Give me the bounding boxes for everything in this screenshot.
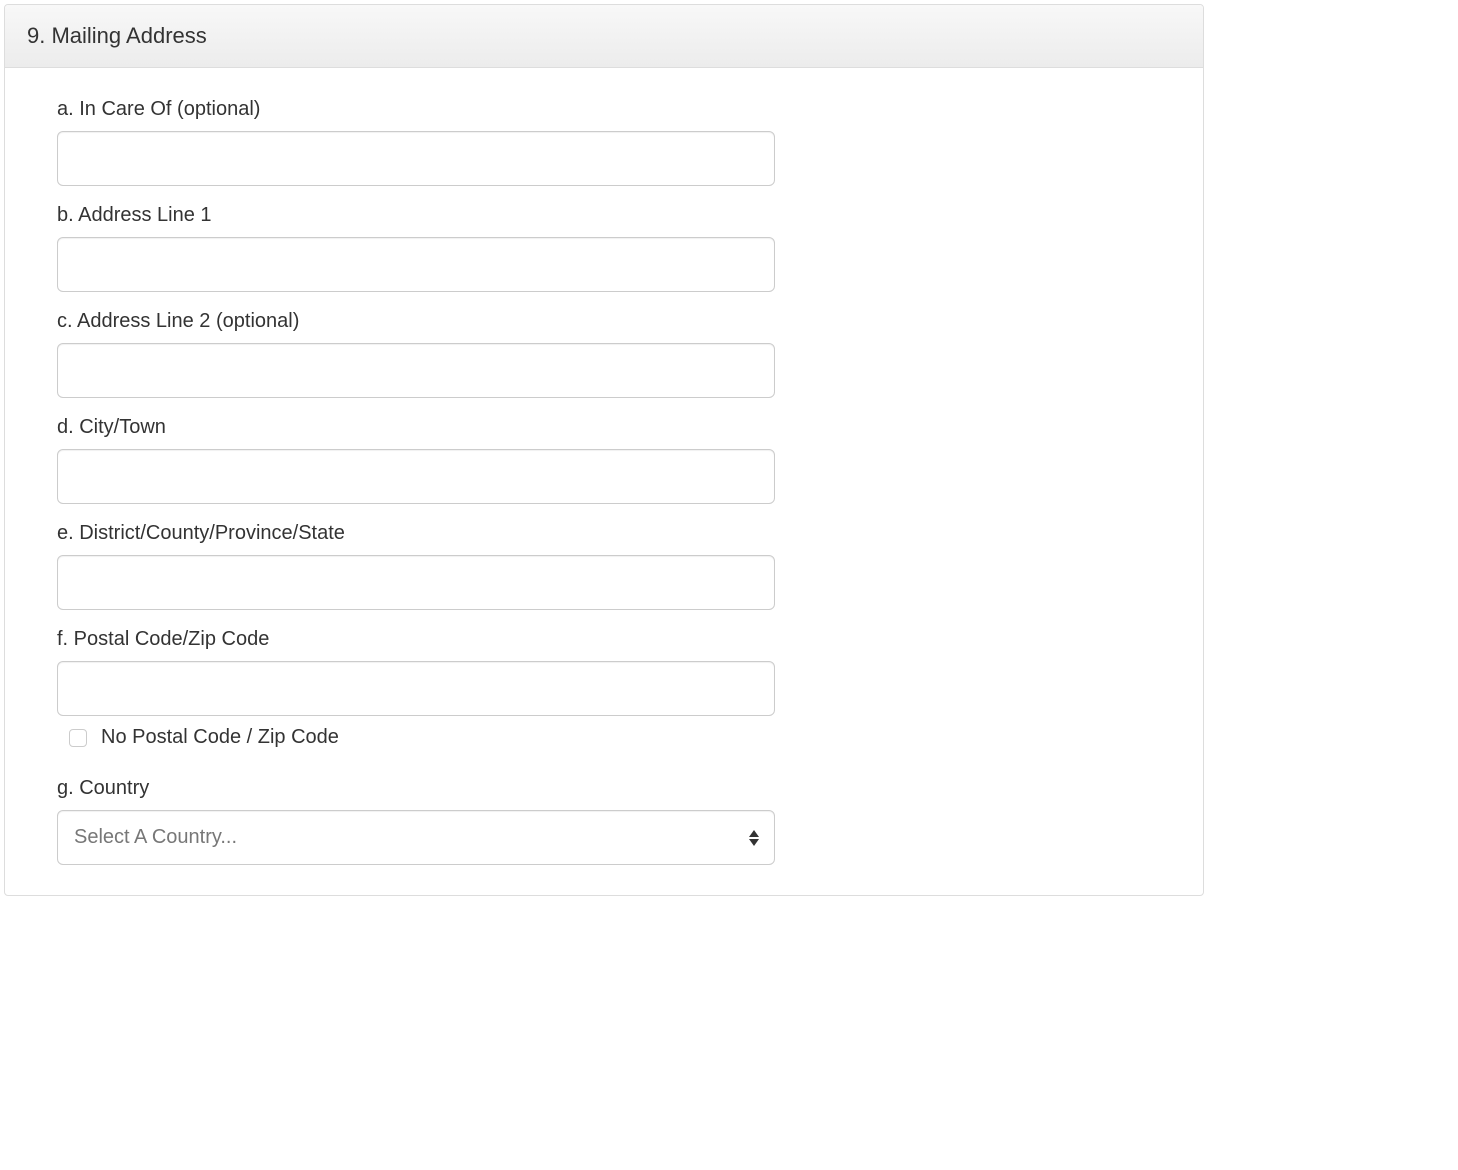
address-line-2-label: c. Address Line 2 (optional) bbox=[57, 310, 1153, 333]
address-line-2-group: c. Address Line 2 (optional) bbox=[57, 310, 1153, 398]
postal-code-group: f. Postal Code/Zip Code No Postal Code /… bbox=[57, 628, 1153, 749]
address-line-2-input[interactable] bbox=[57, 343, 775, 398]
address-line-1-input[interactable] bbox=[57, 237, 775, 292]
no-postal-code-checkbox[interactable] bbox=[69, 729, 87, 747]
panel-heading: 9. Mailing Address bbox=[5, 5, 1203, 68]
city-town-label: d. City/Town bbox=[57, 416, 1153, 439]
section-title: 9. Mailing Address bbox=[27, 23, 1181, 49]
postal-code-label: f. Postal Code/Zip Code bbox=[57, 628, 1153, 651]
in-care-of-group: a. In Care Of (optional) bbox=[57, 98, 1153, 186]
district-state-input[interactable] bbox=[57, 555, 775, 610]
postal-code-input[interactable] bbox=[57, 661, 775, 716]
mailing-address-panel: 9. Mailing Address a. In Care Of (option… bbox=[4, 4, 1204, 896]
city-town-input[interactable] bbox=[57, 449, 775, 504]
district-state-label: e. District/County/Province/State bbox=[57, 522, 1153, 545]
in-care-of-label: a. In Care Of (optional) bbox=[57, 98, 1153, 121]
in-care-of-input[interactable] bbox=[57, 131, 775, 186]
address-line-1-label: b. Address Line 1 bbox=[57, 204, 1153, 227]
panel-body: a. In Care Of (optional) b. Address Line… bbox=[5, 68, 1203, 895]
country-select-wrapper: Select A Country... bbox=[57, 810, 775, 865]
country-select[interactable]: Select A Country... bbox=[57, 810, 775, 865]
country-group: g. Country Select A Country... bbox=[57, 777, 1153, 865]
no-postal-code-label: No Postal Code / Zip Code bbox=[101, 726, 339, 749]
district-state-group: e. District/County/Province/State bbox=[57, 522, 1153, 610]
city-town-group: d. City/Town bbox=[57, 416, 1153, 504]
country-label: g. Country bbox=[57, 777, 1153, 800]
address-line-1-group: b. Address Line 1 bbox=[57, 204, 1153, 292]
no-postal-code-row: No Postal Code / Zip Code bbox=[57, 726, 1153, 749]
